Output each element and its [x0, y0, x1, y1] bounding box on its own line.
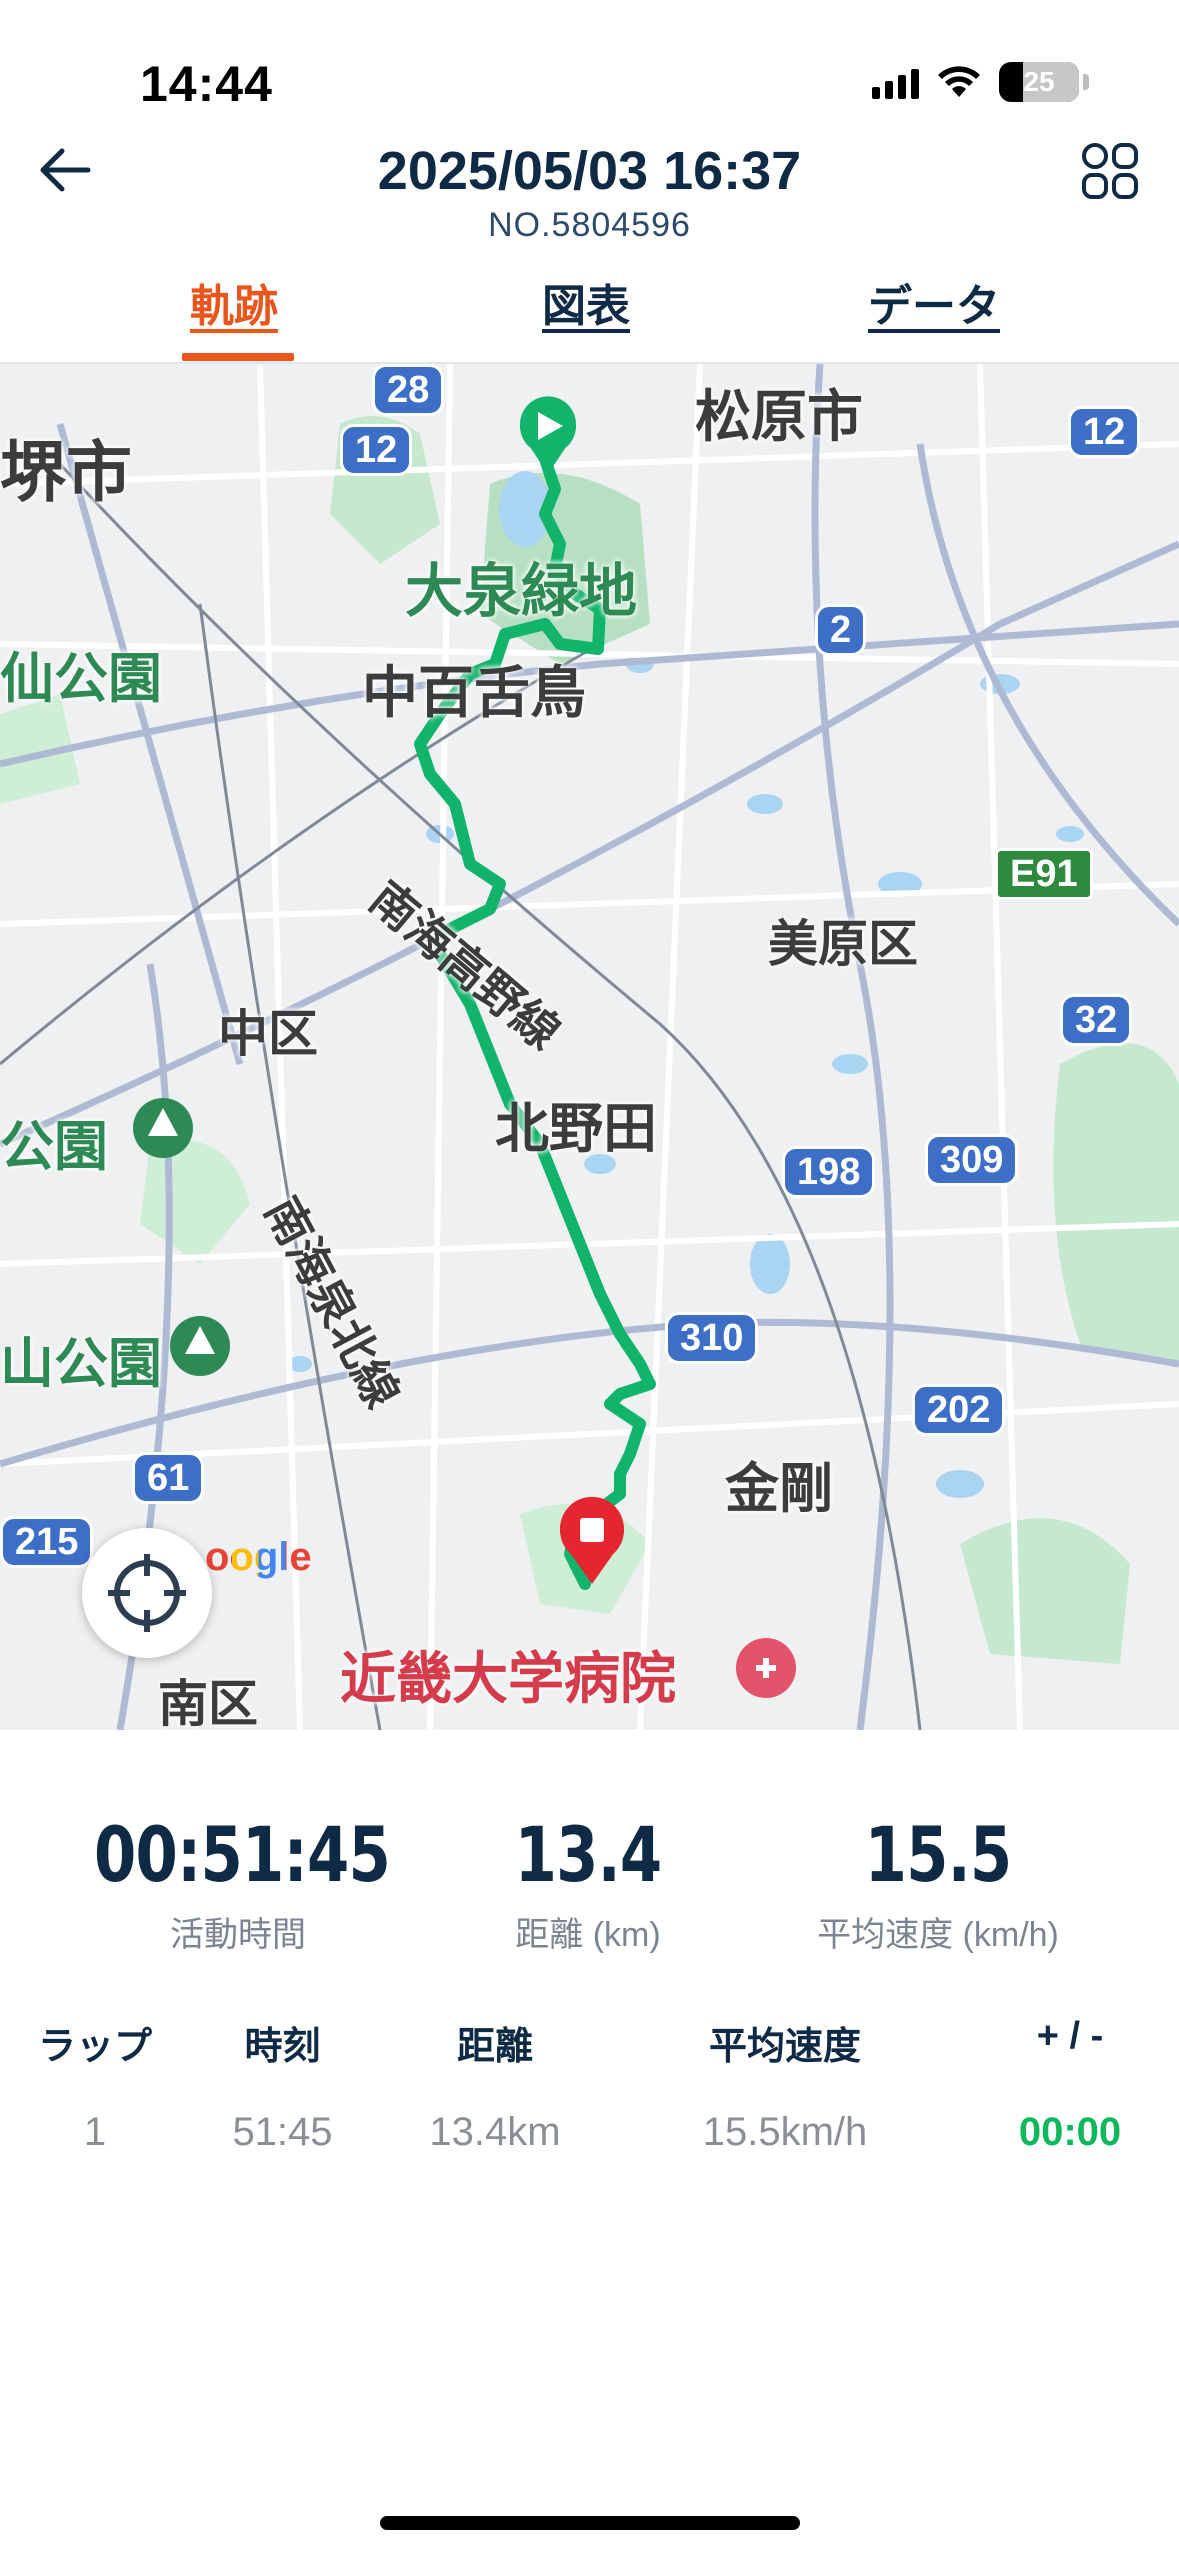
- tab-chart[interactable]: 図表: [542, 270, 630, 334]
- cell-lap: 1: [83, 2110, 107, 2154]
- tab-bar: 軌跡 図表 データ: [0, 270, 1179, 362]
- stat-distance: 13.4 距離 (km): [408, 1810, 768, 1956]
- route-shield: 2: [815, 604, 867, 656]
- stat-label: 活動時間: [170, 1916, 306, 1954]
- status-bar: 14:44 25: [0, 0, 1179, 150]
- map-label-kongo: 金剛: [725, 1459, 833, 1519]
- col-diff: + / -: [1036, 2015, 1104, 2057]
- table-row: 1 51:45 13.4km 15.5km/h 00:00: [0, 2110, 1179, 2205]
- page-title: 2025/05/03 16:37: [377, 141, 802, 201]
- stat-avg-speed: 15.5 平均速度 (km/h): [758, 1810, 1118, 1956]
- map-label-sen-park: 仙公園: [0, 649, 162, 709]
- route-shield: 12: [1068, 406, 1141, 458]
- map-label-nakamozu: 中百舌鳥: [362, 661, 586, 724]
- cell-distance: 13.4km: [429, 2110, 561, 2154]
- map-label-oizumi: 大泉緑地: [405, 559, 638, 624]
- route-shield: 309: [925, 1134, 1019, 1186]
- battery-icon: 25: [999, 62, 1089, 102]
- stat-value: 15.5: [864, 1810, 1013, 1899]
- map-label-park: 公園: [0, 1117, 108, 1177]
- status-time: 14:44: [140, 56, 273, 112]
- cell-diff: 00:00: [1018, 2110, 1122, 2154]
- stat-value: 00:51:45: [94, 1810, 391, 1899]
- tab-track[interactable]: 軌跡: [190, 270, 278, 334]
- col-time: 時刻: [244, 2026, 321, 2068]
- record-number: NO.5804596: [488, 206, 691, 244]
- route-shield: 198: [782, 1146, 876, 1198]
- col-lap: ラップ: [37, 2026, 152, 2068]
- map-label-naka: 中区: [218, 1006, 318, 1062]
- tab-data[interactable]: データ: [868, 270, 1000, 334]
- google-logo: oogle: [205, 1535, 312, 1580]
- grid-icon: [1082, 143, 1138, 199]
- map-label-minami: 南区: [158, 1676, 258, 1730]
- signal-icon: [872, 65, 919, 99]
- locate-button[interactable]: [82, 1528, 212, 1658]
- map-label-mihara: 美原区: [768, 916, 918, 972]
- map-label-kitanoda: 北野田: [495, 1099, 657, 1159]
- lap-table: ラップ 時刻 距離 平均速度 + / - 1 51:45 13.4km 15.5…: [0, 2015, 1179, 2205]
- map-label-matsubara: 松原市: [695, 385, 863, 448]
- route-shield: 12: [340, 424, 413, 476]
- lap-table-header: ラップ 時刻 距離 平均速度 + / -: [0, 2015, 1179, 2110]
- route-shield: 202: [912, 1384, 1006, 1436]
- col-avg-speed: 平均速度: [708, 2026, 861, 2068]
- google-logo-text: oogle: [205, 1535, 312, 1579]
- battery-level: 25: [1023, 66, 1055, 97]
- route-shield: 215: [0, 1516, 94, 1568]
- map-label-park-2: 山公園: [0, 1334, 162, 1394]
- stat-label: 平均速度 (km/h): [817, 1916, 1059, 1954]
- cell-avg-speed: 15.5km/h: [702, 2110, 868, 2154]
- route-shield: 310: [665, 1312, 759, 1364]
- route-shield: 61: [132, 1452, 205, 1504]
- wifi-icon: [937, 65, 981, 99]
- cell-time: 51:45: [232, 2110, 333, 2154]
- route-shield: 28: [372, 364, 445, 416]
- map-label-sakai: 堺市: [0, 435, 132, 509]
- header: 2025/05/03 16:37 NO.5804596: [0, 140, 1179, 250]
- status-icons: 25: [872, 62, 1089, 102]
- route-shield: 32: [1060, 994, 1133, 1046]
- stat-label: 距離 (km): [515, 1916, 661, 1954]
- stat-value: 13.4: [514, 1810, 663, 1899]
- home-indicator[interactable]: [380, 2516, 800, 2530]
- summary-stats: 00:51:45 活動時間 13.4 距離 (km) 15.5 平均速度 (km…: [0, 1810, 1179, 1970]
- col-distance: 距離: [456, 2026, 533, 2068]
- map-label-kindai-hospital: 近畿大学病院: [340, 1647, 676, 1710]
- stat-duration: 00:51:45 活動時間: [58, 1810, 418, 1956]
- grid-menu-button[interactable]: [1079, 140, 1141, 202]
- route-map[interactable]: 松原市 堺市 大泉緑地 中百舌鳥 仙公園 南海高野線 美原区 中区 北野田 公園…: [0, 364, 1179, 1730]
- crosshair-icon: [108, 1554, 186, 1632]
- active-tab-indicator: [182, 353, 294, 361]
- route-shield: E91: [995, 848, 1093, 900]
